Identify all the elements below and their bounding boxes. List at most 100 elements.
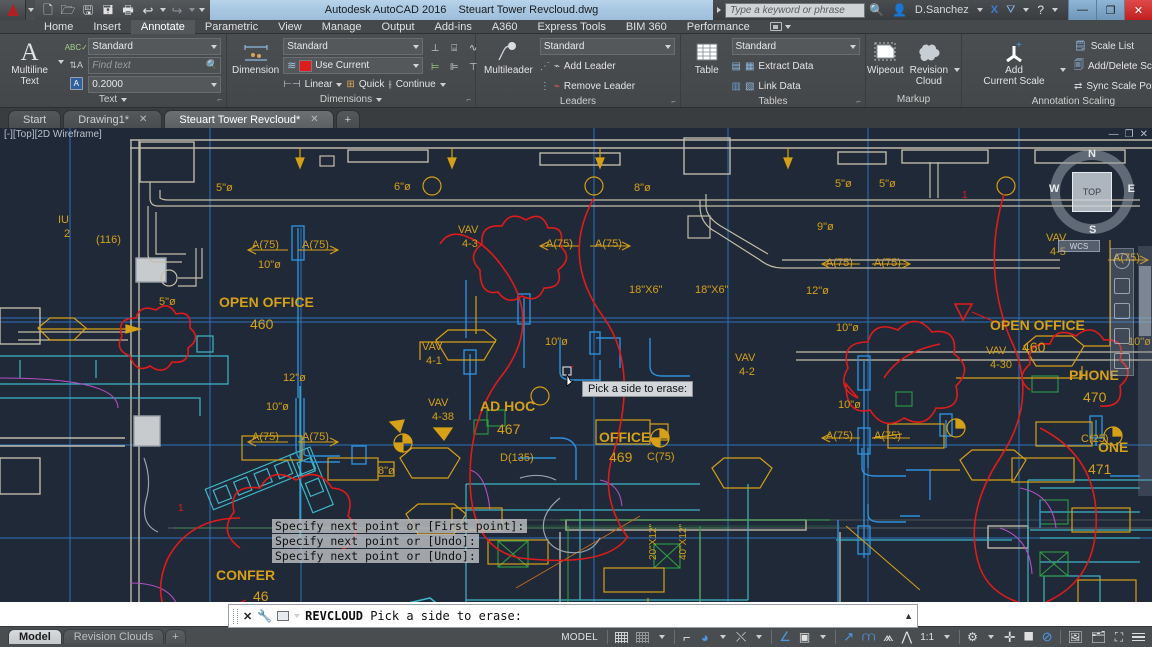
command-line[interactable]: ✕ 🔧 REVCLOUD Pick a side to erase: ▲ bbox=[228, 604, 918, 628]
tab-view[interactable]: View bbox=[268, 20, 312, 34]
annotation-dropdown-icon[interactable] bbox=[815, 628, 831, 646]
tab-a360[interactable]: A360 bbox=[482, 20, 528, 34]
exchange-apps-icon[interactable]: X bbox=[987, 4, 1002, 16]
tab-bim-360[interactable]: BIM 360 bbox=[616, 20, 677, 34]
plot-icon[interactable]: 🖶 bbox=[119, 2, 137, 19]
dimension-break-icon[interactable]: ⊥ bbox=[427, 40, 443, 56]
help-dropdown-icon[interactable] bbox=[1048, 8, 1062, 12]
text-style-icon[interactable]: A bbox=[68, 75, 84, 91]
download-data-icon[interactable]: ▥ bbox=[732, 81, 741, 92]
customization-icon[interactable] bbox=[1129, 628, 1148, 646]
ribbon-display-options[interactable] bbox=[770, 22, 791, 31]
quick-label[interactable]: Quick bbox=[359, 79, 385, 90]
ucs-selector[interactable]: WCS bbox=[1058, 240, 1100, 252]
tab-manage[interactable]: Manage bbox=[312, 20, 372, 34]
panel-tables-dialog-launcher[interactable]: ⌐ bbox=[856, 95, 861, 109]
view-cube-top-face[interactable]: TOP bbox=[1072, 172, 1112, 212]
multileader-button[interactable]: Multileader bbox=[481, 38, 536, 76]
redo-dropdown-icon[interactable] bbox=[188, 2, 195, 19]
multiline-text-button[interactable]: A Multiline Text bbox=[5, 38, 54, 87]
panel-text-caret[interactable] bbox=[58, 38, 64, 64]
undo-icon[interactable]: ↩ bbox=[139, 2, 157, 19]
add-current-scale-dropdown[interactable] bbox=[1060, 38, 1066, 72]
file-tab-drawing1[interactable]: Drawing1* ✕ bbox=[63, 110, 162, 128]
file-tab-steuart-tower-revcloud[interactable]: Steuart Tower Revcloud* ✕ bbox=[164, 110, 333, 128]
layout-tab-model[interactable]: Model bbox=[8, 629, 62, 644]
account-name[interactable]: D.Sanchez bbox=[911, 4, 973, 16]
share-design-view-icon[interactable]: 🗂 bbox=[1088, 628, 1109, 646]
linear-dimension-icon[interactable]: ⊢⊣ bbox=[283, 79, 300, 90]
close-icon[interactable]: ✕ bbox=[310, 114, 318, 125]
linear-dropdown-icon[interactable] bbox=[336, 83, 342, 87]
viewport-minimize-icon[interactable]: — bbox=[1109, 129, 1119, 140]
minimize-button[interactable]: — bbox=[1068, 0, 1096, 20]
insert-cell-icon[interactable]: ▤ bbox=[732, 61, 741, 72]
restore-button[interactable]: ❐ bbox=[1096, 0, 1124, 20]
vertical-scrollbar-thumb[interactable] bbox=[1139, 266, 1151, 336]
viewport-close-icon[interactable]: ✕ bbox=[1140, 129, 1148, 140]
clean-screen-icon[interactable]: ⊘ bbox=[1039, 628, 1056, 646]
account-avatar-icon[interactable]: 👤 bbox=[888, 3, 911, 17]
orbit-icon[interactable] bbox=[1114, 328, 1130, 344]
snap-mode-icon[interactable] bbox=[633, 628, 652, 646]
tab-add-ins[interactable]: Add-ins bbox=[425, 20, 482, 34]
revision-cloud-button[interactable]: Revision Cloud bbox=[910, 38, 948, 87]
panel-dimensions-title[interactable]: Dimensions ⌐ bbox=[227, 93, 475, 107]
annotation-scale-value[interactable]: 1:1 bbox=[917, 628, 937, 646]
qat-customize-icon[interactable] bbox=[197, 2, 206, 19]
dimension-reassociate-icon[interactable]: ⊫ bbox=[446, 59, 462, 75]
viewport-label[interactable]: [-][Top][2D Wireframe] bbox=[4, 129, 102, 140]
continue-label[interactable]: Continue bbox=[396, 79, 436, 90]
continue-dropdown-icon[interactable] bbox=[440, 83, 446, 87]
extract-data-row[interactable]: ▤ ▦ Extract Data bbox=[732, 58, 860, 75]
object-snap-icon[interactable]: ⤬ bbox=[733, 628, 749, 646]
multileader-style-combo[interactable]: Standard bbox=[540, 38, 675, 55]
vertical-scrollbar[interactable] bbox=[1138, 246, 1152, 496]
application-menu-caret[interactable] bbox=[26, 0, 35, 20]
drawing-canvas[interactable]: OPEN OFFICEAD HOCOFFICEOPEN OFFICEPHONEC… bbox=[0, 128, 1152, 608]
snap-dropdown-icon[interactable] bbox=[654, 628, 670, 646]
steering-wheel-icon[interactable] bbox=[1114, 253, 1130, 269]
dimension-update-icon[interactable]: ⊨ bbox=[427, 59, 443, 75]
tab-parametric[interactable]: Parametric bbox=[195, 20, 268, 34]
search-icon[interactable]: 🔍 bbox=[865, 3, 888, 17]
view-cube-west-label[interactable]: W bbox=[1049, 183, 1059, 195]
find-text-style-icon[interactable]: ⇅A bbox=[68, 57, 84, 73]
find-text-input[interactable]: Find text 🔍 bbox=[88, 57, 221, 74]
close-icon[interactable]: ✕ bbox=[139, 114, 147, 125]
autodesk-360-icon[interactable]: ⛛ bbox=[1002, 4, 1019, 17]
isolate-objects-icon[interactable]: ✛ bbox=[1001, 628, 1019, 646]
annotation-scale-person-icon[interactable]: ⩋ bbox=[859, 628, 878, 646]
sync-scale-positions-row[interactable]: ⇄ Sync Scale Positions bbox=[1074, 78, 1152, 95]
new-file-tab-button[interactable]: + bbox=[336, 110, 360, 128]
model-space-button[interactable]: MODEL bbox=[556, 628, 603, 646]
tab-home[interactable]: Home bbox=[34, 20, 83, 34]
pan-icon[interactable] bbox=[1114, 278, 1130, 294]
layout-tab-revision-clouds[interactable]: Revision Clouds bbox=[63, 629, 164, 644]
a360-dropdown-icon[interactable] bbox=[1019, 8, 1033, 12]
grid-display-icon[interactable] bbox=[612, 628, 631, 646]
wipeout-button[interactable]: Wipeout bbox=[867, 38, 904, 76]
panel-text-dialog-launcher[interactable]: ⌐ bbox=[217, 93, 222, 107]
ortho-mode-icon[interactable]: ⌐ bbox=[679, 628, 695, 646]
dimension-style-combo[interactable]: Standard bbox=[283, 38, 423, 55]
view-cube-east-label[interactable]: E bbox=[1128, 183, 1135, 195]
command-options-chevron-icon[interactable] bbox=[294, 614, 300, 618]
linear-label[interactable]: Linear bbox=[305, 79, 333, 90]
showmotion-icon[interactable] bbox=[1114, 353, 1130, 369]
quick-dimension-icon[interactable]: ⊞ bbox=[346, 79, 354, 90]
customize-wrench-icon[interactable]: 🔧 bbox=[257, 609, 272, 623]
annotation-monitor-icon[interactable]: ⩕ bbox=[880, 628, 896, 646]
link-data-row[interactable]: ▥ ▧ Link Data bbox=[732, 78, 860, 95]
search-input[interactable]: Type a keyword or phrase bbox=[725, 3, 865, 18]
new-layout-button[interactable]: + bbox=[165, 629, 185, 644]
scale-list-row[interactable]: 🗒 Scale List bbox=[1074, 38, 1152, 55]
graphics-performance-icon[interactable]: 🖼 bbox=[1065, 628, 1086, 646]
command-line-grip[interactable] bbox=[233, 609, 238, 624]
annotation-visibility-person-icon[interactable]: ⋀ bbox=[899, 628, 916, 646]
revision-cloud-dropdown[interactable] bbox=[954, 38, 960, 72]
fullscreen-icon[interactable]: ⛶ bbox=[1111, 628, 1127, 646]
add-delete-scales-row[interactable]: 🗐 Add/Delete Scales bbox=[1074, 58, 1152, 75]
tab-insert[interactable]: Insert bbox=[83, 20, 131, 34]
text-height-combo[interactable]: 0.2000 bbox=[88, 76, 221, 93]
